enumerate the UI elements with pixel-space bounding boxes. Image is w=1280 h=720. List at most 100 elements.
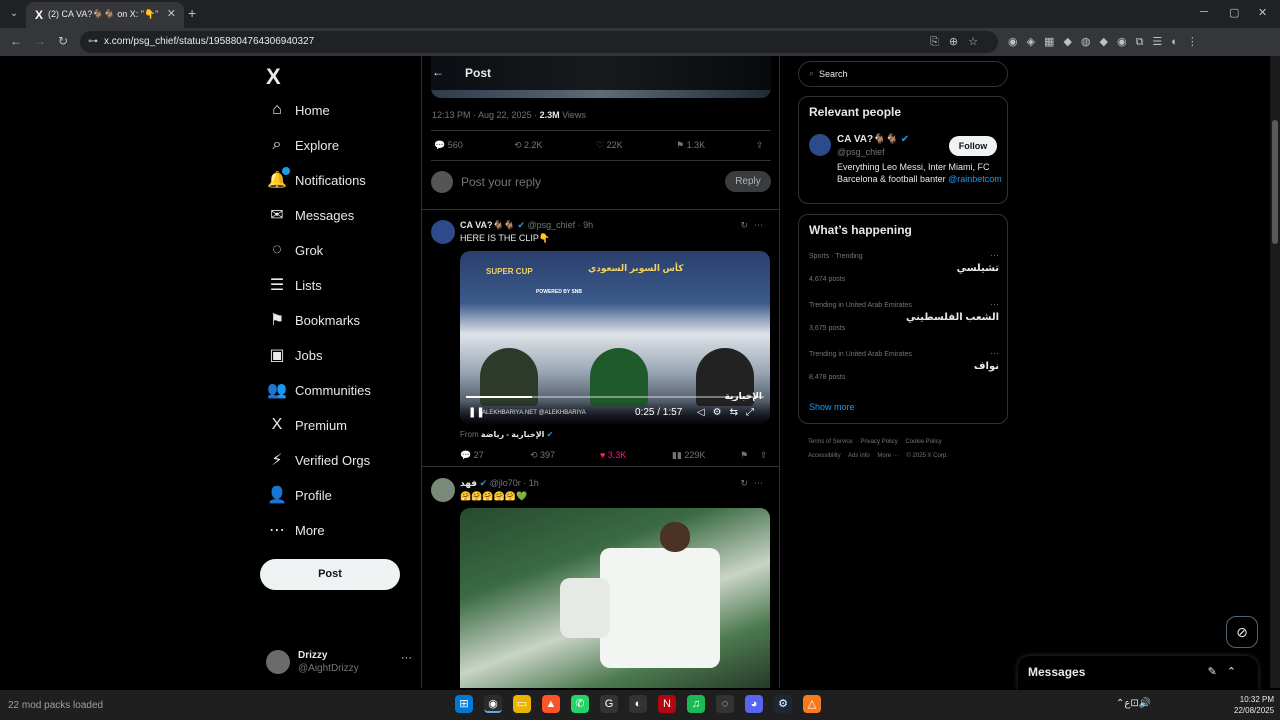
nav-lists[interactable]: ☰ Lists [266, 273, 322, 297]
clock[interactable]: 10:32 PM 22/08/2025 [1234, 694, 1274, 716]
steam-icon[interactable]: ⚙ [774, 695, 792, 713]
spotify-icon[interactable]: ♫ [687, 695, 705, 713]
more-icon[interactable]: ··· [990, 348, 999, 358]
avatar[interactable] [809, 134, 831, 156]
author-name[interactable]: فهد [460, 478, 477, 488]
views-action[interactable]: ▮▮ 229K [672, 450, 705, 461]
reply-button[interactable]: Reply [725, 171, 771, 192]
nav-bookmarks[interactable]: ⚑ Bookmarks [266, 308, 360, 332]
bookmark-action[interactable]: ⚑ 1.3K [676, 140, 705, 151]
show-more-link[interactable]: Show more [809, 402, 855, 412]
video-progress[interactable] [466, 396, 764, 398]
footer-link[interactable]: Terms of Service [808, 439, 853, 445]
trend-item[interactable]: Trending in United Arab Emirates ··· الش… [809, 299, 999, 346]
back-icon[interactable]: ← [10, 34, 22, 48]
netflix-icon[interactable]: N [658, 695, 676, 713]
like-action[interactable]: ♡ 22K [596, 140, 623, 151]
from-source[interactable]: الإخبارية - رياضة [481, 430, 545, 439]
minimize-button[interactable]: ─ [1200, 6, 1208, 18]
trend-item[interactable]: Trending in United Arab Emirates ··· نوا… [809, 348, 999, 395]
system-tray-icons[interactable]: ⌃ع⊡🔊 [1116, 698, 1151, 709]
grok-more-icon[interactable]: ↻⋯ [740, 478, 769, 489]
follow-button[interactable]: Follow [949, 136, 997, 156]
video-control-icons[interactable]: ◁⚙⇆⤢ [697, 407, 762, 418]
more-icon[interactable]: ··· [990, 250, 999, 260]
chrome-icon[interactable]: ◉ [484, 695, 502, 713]
windows-start-icon[interactable]: ⊞ [455, 695, 473, 713]
nav-jobs[interactable]: ▣ Jobs [266, 343, 322, 367]
nav-notifications[interactable]: 🔔 Notifications [266, 167, 366, 192]
author-handle[interactable]: @psg_chief · 9h [528, 220, 594, 230]
person-name[interactable]: CA VA?🐐🐐 ✔ [837, 134, 909, 145]
whatsapp-icon[interactable]: ✆ [571, 695, 589, 713]
share-icon[interactable]: ⇪ [760, 450, 768, 461]
footer-link[interactable]: Ads info [848, 453, 870, 459]
nav-grok[interactable]: ◌ Grok [266, 238, 323, 262]
more-icon[interactable]: ··· [990, 299, 999, 309]
nav-more[interactable]: ⋯ More [266, 518, 325, 542]
forward-icon[interactable]: → [34, 34, 46, 48]
app-icon[interactable]: △ [803, 695, 821, 713]
post-timestamp[interactable]: 12:13 PM · Aug 22, 2025 · [432, 110, 540, 120]
nav-verified-orgs[interactable]: ⚡ Verified Orgs [266, 448, 370, 472]
footer-link[interactable]: More ··· [877, 453, 898, 459]
reload-icon[interactable]: ↻ [58, 34, 68, 48]
reply-input[interactable]: Post your reply [461, 175, 541, 189]
nav-explore[interactable]: ⌕ Explore [266, 133, 340, 157]
url-text[interactable]: x.com/psg_chief/status/19588047643069403… [104, 36, 314, 47]
share-icon[interactable]: ⇪ [756, 140, 764, 151]
nav-premium[interactable]: X Premium [266, 413, 347, 437]
nav-home[interactable]: ⌂ Home [266, 98, 330, 122]
person-handle[interactable]: @psg_chief [837, 147, 885, 157]
reply-action[interactable]: 💬 27 [460, 450, 484, 461]
author-handle[interactable]: @jlo70r · 1h [490, 478, 539, 488]
nav-communities[interactable]: 👥 Communities [266, 378, 371, 402]
footer-link[interactable]: Privacy Policy [860, 439, 897, 445]
messages-drawer[interactable]: Messages ✎⌃ [1018, 656, 1258, 690]
omnibox-actions-icon[interactable]: ⎘⊕☆ [930, 35, 988, 49]
compose-expand-icon[interactable]: ✎⌃ [1208, 665, 1246, 678]
back-arrow-icon[interactable]: ← [432, 65, 444, 79]
nav-messages[interactable]: ✉ Messages [266, 203, 354, 227]
repost-action[interactable]: ⟲ 2.2K [514, 140, 543, 151]
app-icon[interactable]: G [600, 695, 618, 713]
more-icon[interactable]: ··· [401, 652, 412, 664]
tab-search-icon[interactable]: ⌄ [6, 6, 22, 22]
footer-link[interactable]: Cookie Policy [905, 439, 941, 445]
extensions-icon[interactable]: ◉◈▦◆◍◆◉⧉☰◐⋮ [1008, 35, 1207, 49]
scrollbar[interactable] [1270, 56, 1280, 688]
reply-action[interactable]: 💬 560 [434, 140, 463, 151]
app-icon[interactable]: ◌ [716, 695, 734, 713]
bio-link[interactable]: @rainbetcom [948, 174, 1002, 184]
video-player[interactable]: SUPER CUP كأس السوبر السعودي POWERED BY … [460, 251, 770, 424]
x-logo-icon[interactable]: X [266, 64, 281, 90]
file-explorer-icon[interactable]: ▭ [513, 695, 531, 713]
discord-icon[interactable]: ◕ [745, 695, 763, 713]
grok-button[interactable]: ⊘ [1226, 616, 1258, 648]
post-button[interactable]: Post [260, 559, 400, 590]
author-name[interactable]: CA VA?🐐🐐 [460, 220, 515, 230]
app-icon[interactable]: ◐ [629, 695, 647, 713]
new-tab-button[interactable]: + [188, 5, 196, 21]
nav-profile[interactable]: 👤 Profile [266, 483, 332, 507]
tweet[interactable]: CA VA?🐐🐐 ✔ @psg_chief · 9h ↻⋯ HERE IS TH… [422, 209, 779, 467]
account-switcher[interactable]: Drizzy @AightDrizzy ··· [266, 648, 414, 678]
maximize-button[interactable]: ▢ [1229, 6, 1239, 19]
like-action[interactable]: ♥ 3.3K [600, 450, 626, 460]
address-bar[interactable]: ⊶ x.com/psg_chief/status/195880476430694… [80, 31, 998, 53]
brave-icon[interactable]: ▲ [542, 695, 560, 713]
avatar[interactable] [431, 478, 455, 502]
site-info-icon[interactable]: ⊶ [88, 36, 98, 47]
search-input[interactable]: ⌕ Search [798, 61, 1008, 87]
trend-item[interactable]: Sports · Trending ··· تشيلسي 4,674 posts [809, 250, 999, 297]
grok-more-icon[interactable]: ↻⋯ [740, 220, 769, 231]
tweet-photo[interactable] [460, 508, 770, 688]
browser-tab[interactable]: X (2) CA VA?🐐🐐 on X: "👇" ✕ [26, 2, 184, 28]
tweet[interactable]: فهد ✔ @jlo70r · 1h ↻⋯ 🤗🤗🤗🤗🤗💚 [422, 468, 779, 688]
close-window-button[interactable]: ✕ [1258, 6, 1267, 19]
tab-close-icon[interactable]: ✕ [167, 7, 176, 20]
footer-link[interactable]: Accessibility [808, 453, 841, 459]
scrollbar-thumb[interactable] [1272, 120, 1278, 244]
bookmark-icon[interactable]: ⚑ [740, 450, 748, 461]
repost-action[interactable]: ⟲ 397 [530, 450, 555, 461]
